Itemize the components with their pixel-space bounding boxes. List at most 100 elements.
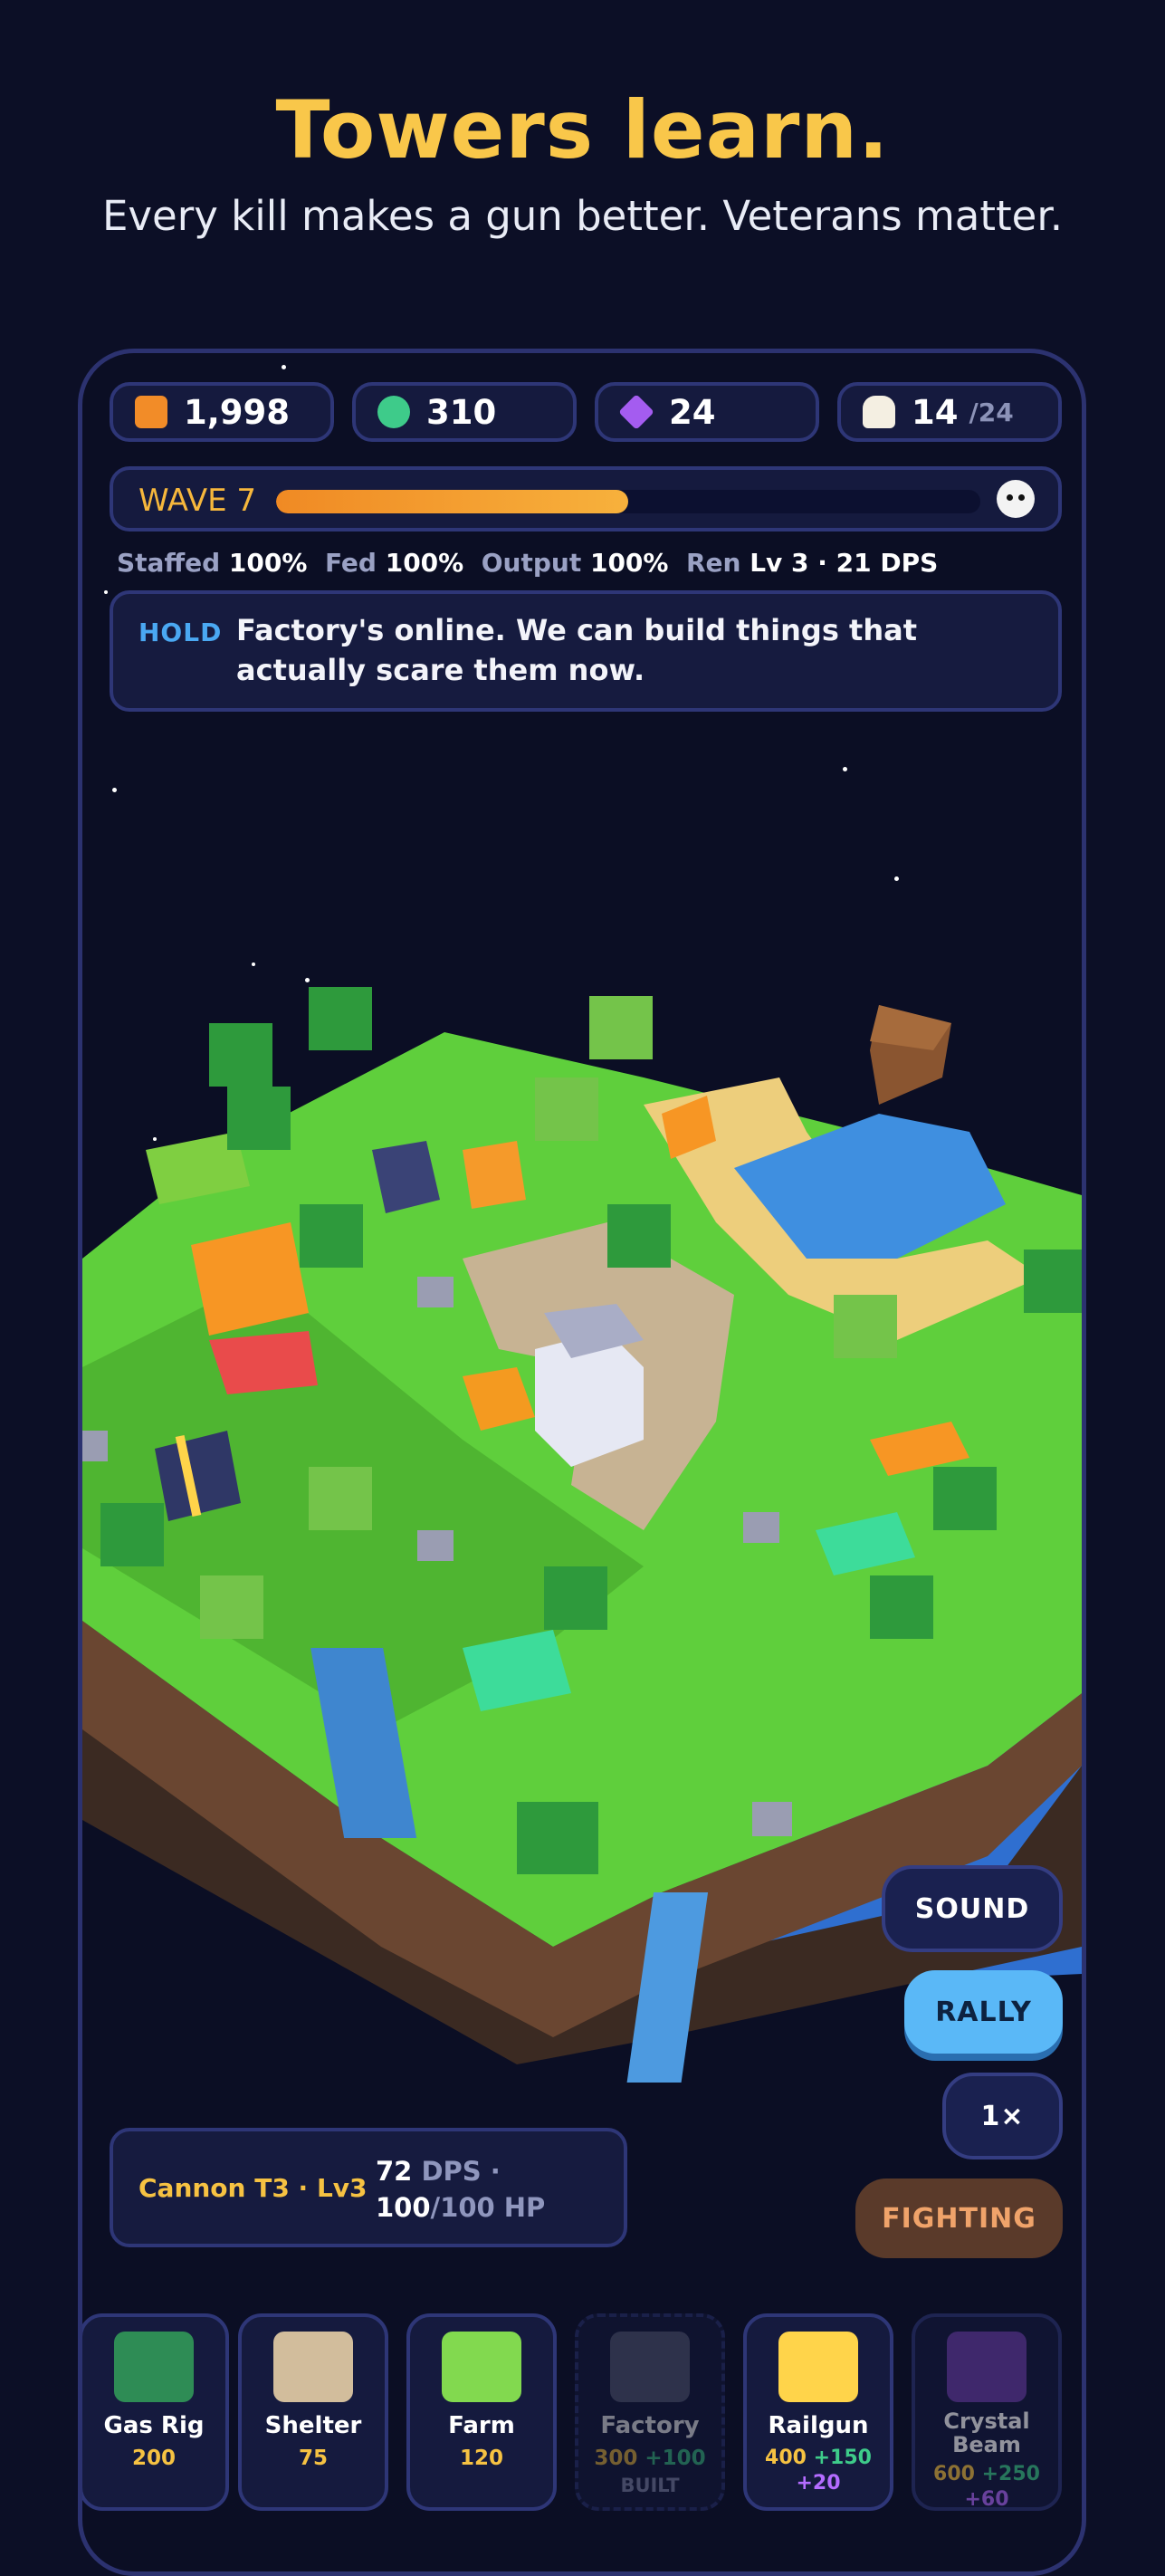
- farm-icon: [442, 2332, 521, 2402]
- card-cost: 400 +150 +20: [747, 2446, 890, 2496]
- sound-button[interactable]: SOUND: [882, 1865, 1063, 1952]
- card-cost: 600 +250 +60: [915, 2462, 1058, 2513]
- red-barn-roof: [209, 1331, 318, 1394]
- ore-counter: 1,998: [110, 382, 334, 442]
- crystal-beam-icon: [947, 2332, 1027, 2402]
- gas-rig-icon: [114, 2332, 194, 2402]
- tree: [607, 1204, 671, 1268]
- crystal-diamond-icon: [618, 394, 654, 430]
- skull-icon: [997, 480, 1035, 518]
- crystal-value: 24: [669, 392, 716, 432]
- tree: [309, 987, 372, 1050]
- ren-value: Lv 3 · 21 DPS: [750, 548, 939, 578]
- ore-cube-icon: [135, 396, 167, 428]
- staffed-label: Staffed: [117, 548, 221, 578]
- railgun-icon: [778, 2332, 858, 2402]
- tower-dps: 72: [376, 2156, 413, 2187]
- card-name: Railgun: [768, 2412, 869, 2439]
- output-value: 100%: [589, 548, 669, 578]
- card-name: Gas Rig: [103, 2412, 205, 2439]
- tree: [535, 1077, 598, 1141]
- tower-hp-max: /100 HP: [430, 2192, 546, 2223]
- card-name: Crystal Beam: [943, 2408, 1030, 2457]
- subheadline: Every kill makes a gun better. Veterans …: [101, 192, 1064, 240]
- ore-value: 1,998: [184, 392, 291, 432]
- built-status: BUILT: [620, 2475, 680, 2496]
- tree: [300, 1204, 363, 1268]
- card-name: Farm: [448, 2412, 515, 2439]
- cost-gas: +100: [645, 2447, 706, 2470]
- cost-ore: 600: [933, 2463, 975, 2485]
- game-screen: 1,998 310 24 14 /24 WAVE 7 Staffed 100% …: [78, 349, 1086, 2576]
- factory-icon: [610, 2332, 690, 2402]
- population-value: 14: [912, 392, 959, 432]
- tower-dps-label: DPS ·: [421, 2156, 501, 2187]
- rock: [743, 1512, 779, 1543]
- tree: [834, 1295, 897, 1358]
- population-counter: 14 /24: [837, 382, 1062, 442]
- message-text: Factory's online. We can build things th…: [236, 613, 917, 687]
- build-card-crystal-beam[interactable]: Crystal Beam 600 +250 +60: [912, 2313, 1062, 2511]
- tree: [227, 1087, 291, 1150]
- tower-hp: 100: [376, 2192, 431, 2223]
- headline: Towers learn.: [275, 83, 890, 177]
- build-card-gas-rig[interactable]: Gas Rig 200: [82, 2313, 229, 2511]
- tree: [589, 996, 653, 1059]
- selected-tower-info: Cannon T3 · Lv3 72 DPS · 100/100 HP: [110, 2128, 627, 2247]
- fed-label: Fed: [324, 548, 377, 578]
- tower-stats: 72 DPS · 100/100 HP: [376, 2153, 613, 2226]
- tower-name: Cannon T3 · Lv3: [138, 2173, 368, 2203]
- tree: [544, 1566, 607, 1630]
- cannon-tower: [463, 1141, 526, 1209]
- card-cost: 120: [459, 2447, 503, 2470]
- build-card-railgun[interactable]: Railgun 400 +150 +20: [743, 2313, 893, 2511]
- rally-button[interactable]: RALLY: [904, 1970, 1063, 2054]
- wave-progress-bar: WAVE 7: [110, 466, 1062, 531]
- cost-gas: +250: [981, 2463, 1040, 2485]
- output-label: Output: [481, 548, 582, 578]
- cost-ore: 400: [765, 2447, 807, 2469]
- staffed-value: 100%: [228, 548, 308, 578]
- build-card-shelter[interactable]: Shelter 75: [238, 2313, 388, 2511]
- tree: [1024, 1250, 1082, 1313]
- population-icon: [863, 396, 895, 428]
- cost-crystal: +20: [796, 2472, 841, 2495]
- rock: [82, 1431, 108, 1461]
- status-button[interactable]: FIGHTING: [855, 2179, 1063, 2258]
- tree: [200, 1575, 263, 1639]
- tree: [517, 1802, 598, 1874]
- cost-ore: 300: [594, 2447, 638, 2470]
- wave-track: [276, 490, 980, 513]
- rock: [752, 1802, 792, 1836]
- fed-value: 100%: [385, 548, 464, 578]
- build-card-farm[interactable]: Farm 120: [406, 2313, 557, 2511]
- ren-label: Ren: [685, 548, 741, 578]
- population-capacity: /24: [969, 397, 1014, 427]
- tree: [100, 1503, 164, 1566]
- cost-crystal: +60: [964, 2488, 1009, 2511]
- card-name: Shelter: [264, 2412, 362, 2439]
- shelter-icon: [273, 2332, 353, 2402]
- tree: [933, 1467, 997, 1530]
- advisor-message: HOLD Factory's online. We can build thin…: [110, 590, 1062, 712]
- rock: [417, 1277, 454, 1307]
- rock: [417, 1530, 454, 1561]
- colony-stats: Staffed 100% Fed 100% Output 100% Ren Lv…: [117, 548, 938, 578]
- card-cost: 75: [298, 2447, 328, 2470]
- gas-orb-icon: [377, 396, 410, 428]
- card-cost: 300 +100: [578, 2446, 721, 2471]
- tree: [209, 1023, 272, 1087]
- crystal-counter: 24: [595, 382, 819, 442]
- speed-button[interactable]: 1×: [942, 2073, 1063, 2159]
- gas-counter: 310: [352, 382, 577, 442]
- cost-gas: +150: [813, 2447, 872, 2469]
- tree: [309, 1467, 372, 1530]
- build-card-factory[interactable]: Factory 300 +100 BUILT: [575, 2313, 725, 2511]
- gas-value: 310: [426, 392, 497, 432]
- card-cost: 200: [131, 2447, 176, 2470]
- tree: [870, 1575, 933, 1639]
- message-tag: HOLD: [138, 618, 223, 647]
- card-name: Factory: [600, 2412, 700, 2439]
- wave-label: WAVE 7: [138, 483, 257, 519]
- wave-fill: [276, 490, 628, 513]
